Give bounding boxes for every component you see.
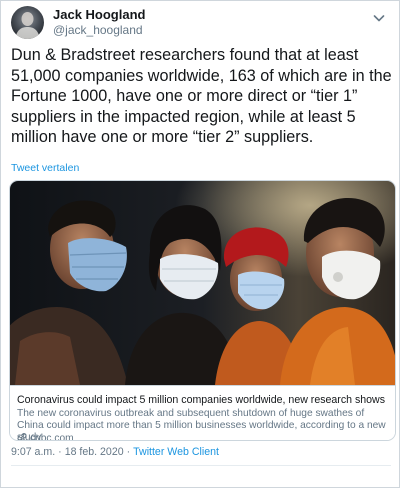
author-handle[interactable]: @jack_hoogland — [53, 23, 143, 37]
link-icon — [17, 432, 27, 440]
chevron-down-icon[interactable] — [371, 10, 387, 26]
tweet-meta: 9:07 a.m. · 18 feb. 2020 · Twitter Web Clien… — [11, 446, 219, 458]
card-body: Coronavirus could impact 5 million compa… — [10, 385, 395, 441]
tweet-header: Jack Hoogland @jack_hoogland — [11, 6, 391, 40]
card-title[interactable]: Coronavirus could impact 5 million compa… — [17, 394, 389, 406]
card-image — [10, 181, 395, 385]
author-name[interactable]: Jack Hoogland — [53, 7, 145, 22]
card-domain: cnbc.com — [17, 432, 74, 441]
tweet-time[interactable]: 9:07 a.m. — [11, 446, 55, 458]
tweet: Jack Hoogland @jack_hoogland Dun & Brads… — [0, 0, 400, 488]
link-card[interactable]: Coronavirus could impact 5 million compa… — [9, 180, 396, 441]
card-domain-text: cnbc.com — [30, 433, 74, 441]
tweet-text: Dun & Bradstreet researchers found that … — [11, 46, 392, 146]
meta-separator-2: · — [126, 446, 131, 458]
meta-separator: · — [58, 446, 62, 458]
tweet-date[interactable]: 18 feb. 2020 — [65, 446, 124, 458]
divider — [11, 465, 391, 466]
avatar[interactable] — [11, 6, 44, 39]
translate-tweet-link[interactable]: Tweet vertalen — [11, 162, 79, 174]
tweet-client-link[interactable]: Twitter Web Client — [133, 446, 219, 458]
